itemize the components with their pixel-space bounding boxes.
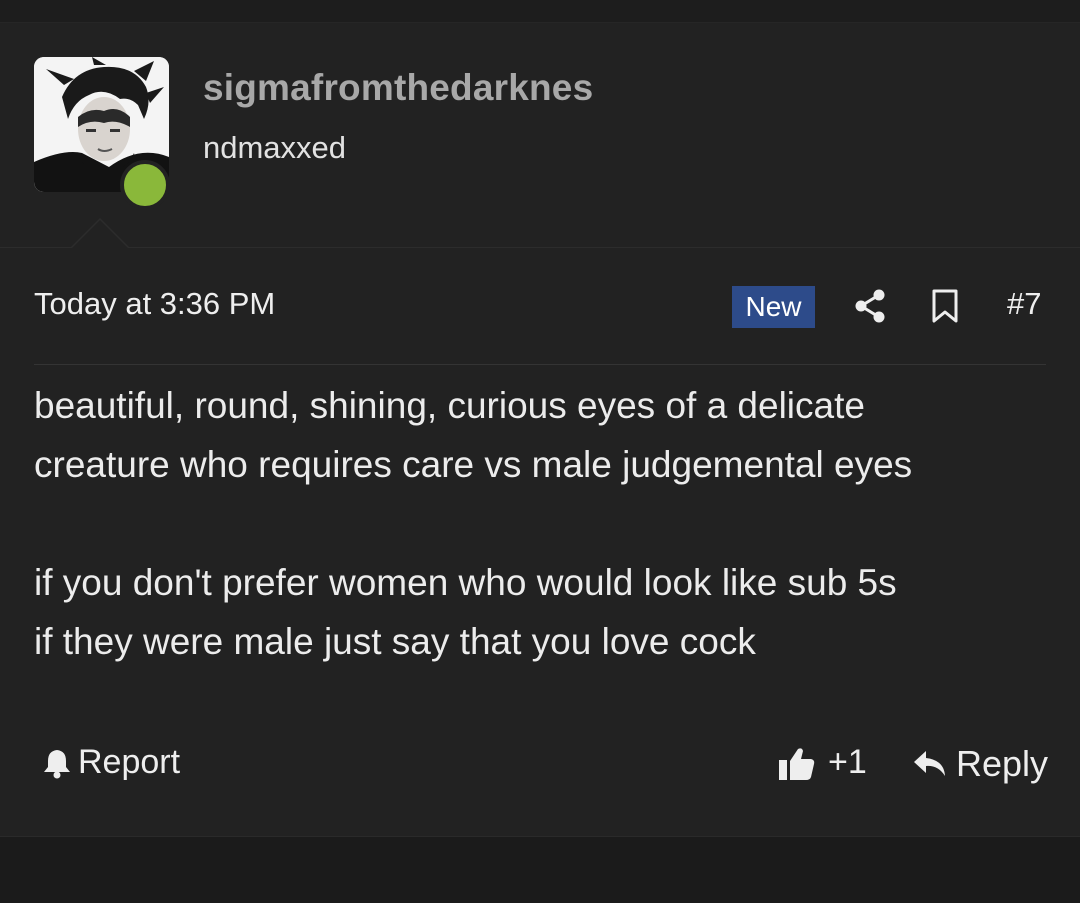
post-timestamp[interactable]: Today at 3:36 PM — [34, 286, 275, 322]
message-line: beautiful, round, shining, curious eyes … — [34, 385, 865, 426]
post-message-body: beautiful, round, shining, curious eyes … — [34, 376, 1054, 671]
post-author-title: ndmaxxed — [203, 130, 347, 165]
meta-divider — [34, 364, 1046, 365]
bell-icon — [44, 749, 70, 778]
message-line: if you don't prefer women who would look… — [34, 562, 897, 603]
previous-post-edge — [0, 0, 1080, 23]
report-button[interactable]: Report — [42, 743, 180, 782]
message-line: if they were male just say that you love… — [34, 621, 756, 662]
post-actions-bar: Report +1 Reply — [0, 735, 1080, 805]
like-count: +1 — [828, 743, 867, 781]
share-icon[interactable] — [852, 288, 888, 324]
post-meta-bar: Today at 3:36 PM New #7 — [0, 248, 1080, 365]
report-label: Report — [78, 743, 181, 781]
like-button[interactable]: +1 — [778, 743, 867, 782]
post-author-username[interactable]: sigmafromthedarknes — [203, 67, 593, 109]
bookmark-icon[interactable] — [930, 288, 960, 324]
reply-button[interactable]: Reply — [912, 743, 1048, 785]
thumbs-up-icon — [779, 747, 815, 780]
reply-arrow-icon — [914, 751, 945, 776]
message-line: creature who requires care vs male judge… — [34, 444, 913, 485]
message-pointer-arrow-fill — [72, 220, 128, 248]
post-user-header: sigmafromthedarknes ndmaxxed — [0, 23, 1080, 248]
online-status-indicator — [120, 160, 170, 210]
post-number-link[interactable]: #7 — [1007, 286, 1041, 322]
new-badge: New — [732, 286, 815, 328]
reply-label: Reply — [956, 743, 1049, 784]
